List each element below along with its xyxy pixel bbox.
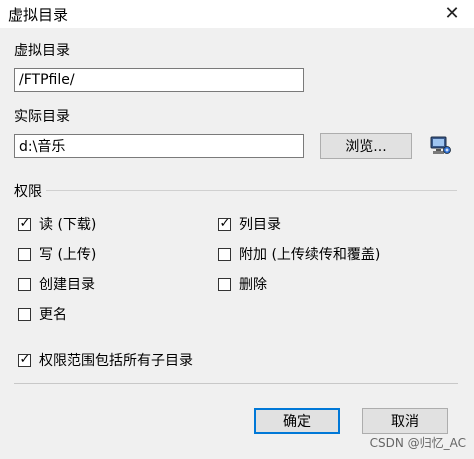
checkbox-label: 写 (上传): [39, 247, 97, 263]
checkbox-label: 权限范围包括所有子目录: [39, 353, 193, 369]
checkbox-label: 列目录: [239, 217, 281, 233]
actual-dir-input[interactable]: [14, 134, 304, 158]
browse-button[interactable]: 浏览...: [320, 133, 412, 159]
checkbox-box[interactable]: ✓: [18, 215, 31, 231]
rename-checkbox[interactable]: 更名: [18, 304, 67, 324]
checkbox-box[interactable]: [218, 277, 231, 291]
virtual-dir-label: 虚拟目录: [14, 43, 70, 59]
delete-checkbox[interactable]: 删除: [218, 274, 267, 294]
check-icon: ✓: [219, 215, 231, 231]
virtual-directory-dialog: 虚拟目录 ✕ 虚拟目录 实际目录 浏览... 权限 ✓ 读 (下载) ✓ 列目录…: [0, 0, 474, 459]
append-checkbox[interactable]: 附加 (上传续传和覆盖): [218, 244, 380, 264]
permissions-group-label: 权限: [14, 184, 42, 200]
computer-icon[interactable]: [428, 134, 452, 158]
checkbox-box[interactable]: ✓: [18, 351, 31, 367]
title-bar: 虚拟目录 ✕: [0, 0, 474, 28]
checkbox-box[interactable]: [218, 247, 231, 261]
dialog-title: 虚拟目录: [8, 6, 69, 24]
checkbox-box[interactable]: [18, 307, 31, 321]
footer-divider: [14, 383, 458, 384]
checkbox-box[interactable]: [18, 247, 31, 261]
include-subdirectories-checkbox[interactable]: ✓ 权限范围包括所有子目录: [18, 350, 193, 370]
create-directory-checkbox[interactable]: 创建目录: [18, 274, 95, 294]
list-directory-checkbox[interactable]: ✓ 列目录: [218, 214, 281, 234]
checkbox-label: 创建目录: [39, 277, 95, 293]
check-icon: ✓: [19, 215, 31, 231]
cancel-button[interactable]: 取消: [362, 408, 448, 434]
checkbox-box[interactable]: ✓: [218, 215, 231, 231]
close-button[interactable]: ✕: [440, 2, 464, 26]
write-upload-checkbox[interactable]: 写 (上传): [18, 244, 96, 264]
checkbox-label: 附加 (上传续传和覆盖): [239, 247, 381, 263]
virtual-dir-input[interactable]: [14, 68, 304, 92]
checkbox-label: 删除: [239, 277, 267, 293]
permissions-group-divider: [46, 190, 457, 191]
ok-button[interactable]: 确定: [254, 408, 340, 434]
read-download-checkbox[interactable]: ✓ 读 (下载): [18, 214, 96, 234]
checkbox-label: 更名: [39, 307, 67, 323]
checkbox-box[interactable]: [18, 277, 31, 291]
actual-dir-label: 实际目录: [14, 109, 70, 125]
checkbox-label: 读 (下载): [39, 217, 97, 233]
check-icon: ✓: [19, 351, 31, 367]
watermark: CSDN @归忆_AC: [369, 436, 466, 450]
